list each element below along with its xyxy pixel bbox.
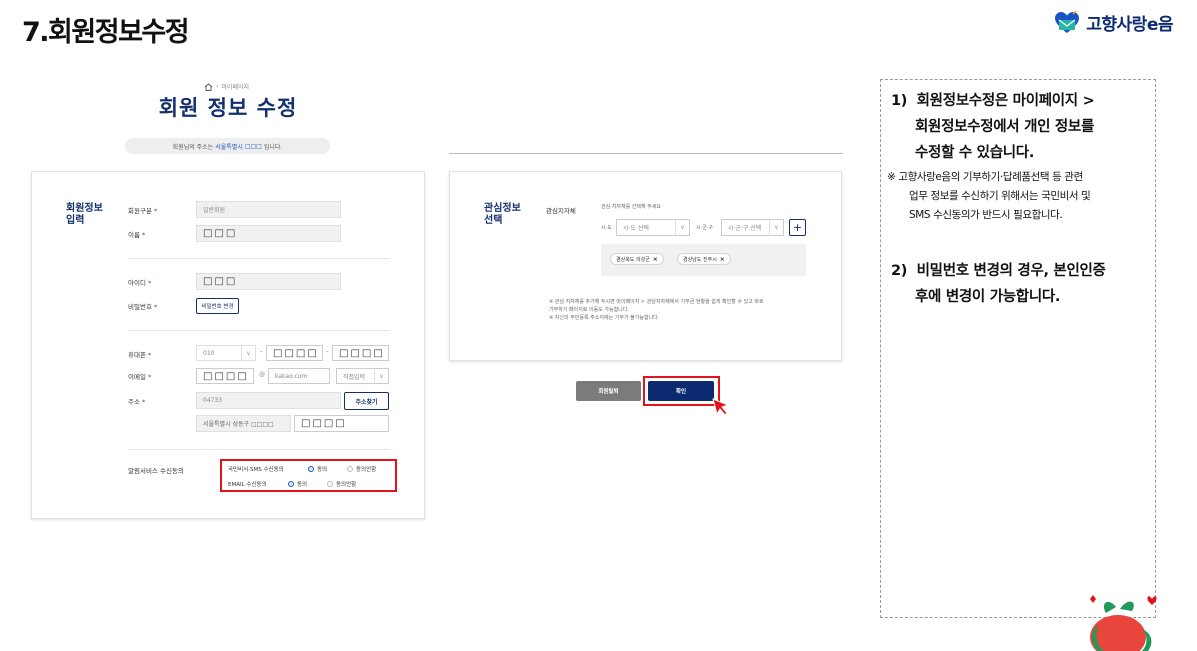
sms-consent-row: 국민비서·SMS 수신동의 동의 동의안함 (228, 466, 377, 473)
phone-dash: - (326, 348, 329, 356)
sms-disagree-radio[interactable] (347, 466, 353, 472)
zipcode-field: 04733 (196, 392, 341, 409)
phone-prefix-select[interactable]: 010 ∨ (196, 345, 256, 361)
change-password-button[interactable]: 비밀번호 변경 (196, 298, 239, 314)
member-info-card: 회원정보 입력 회원구분 * 일반회원 이름 * □□□ 아이디 * □□□ 비… (31, 171, 425, 519)
user-id-label: 아이디 * (128, 279, 152, 287)
form-divider (128, 258, 390, 259)
name-field: □□□ (196, 225, 341, 242)
heart-logo-icon (1055, 10, 1080, 33)
email-at: @ (259, 371, 265, 378)
slide-title: 7.회원정보수정 (22, 17, 190, 48)
notification-consent-label: 알림서비스 수신동의 (128, 467, 184, 475)
phone-label: 휴대폰 * (128, 351, 152, 359)
address-label: 주소 * (128, 398, 146, 406)
breadcrumb: › 마이페이지 (204, 82, 249, 91)
interest-notes: ※ 관심 지자체를 추가해 두시면 마이페이지 > 관심지자체에서 기부금 현황… (549, 299, 764, 321)
email-domain-input[interactable]: kakao.com (268, 368, 330, 384)
apple-character-icon (1090, 595, 1157, 651)
password-label: 비밀번호 * (128, 303, 158, 311)
form-divider (128, 449, 390, 450)
close-icon[interactable]: × (653, 256, 658, 263)
email-consent-row: EMAIL 수신동의 동의 동의안함 (228, 481, 357, 488)
address-notice: 회원님의 주소는 서울특별시 □□□ 입니다. (125, 138, 330, 154)
email-consent-label: EMAIL 수신동의 (228, 482, 267, 488)
explanation-note: ※ 고향사랑e음의 기부하기·답례품선택 등 관련 업무 정보를 수신하기 위해… (887, 171, 1091, 221)
chevron-down-icon: ∨ (675, 220, 689, 235)
interest-info-card: 관심정보 선택 관심지자체 관심 지자체를 선택해 주세요 시·도 시·도 선택… (449, 171, 842, 361)
section-label-interest-info: 관심정보 선택 (484, 203, 521, 226)
section-label-member-info: 회원정보 입력 (66, 203, 103, 226)
close-icon[interactable]: × (720, 256, 725, 263)
address-line1-field: 서울특별시 성동구 □□□□ (196, 415, 291, 432)
chevron-down-icon: ∨ (241, 346, 255, 360)
email-domain-select[interactable]: 직접입력 ∨ (336, 368, 389, 384)
phone-last-input[interactable]: □□□□ (332, 345, 389, 361)
region-chip: 경상북도 의성군 × (610, 253, 664, 265)
withdraw-button[interactable]: 회원탈퇴 (576, 381, 641, 401)
explanation-item-2: 2) 비밀번호 변경의 경우, 본인인증 후에 변경이 가능합니다. (891, 263, 1106, 305)
sigungu-label: 시·군·구 (696, 225, 713, 231)
user-id-field: □□□ (196, 273, 341, 290)
plus-icon: + (792, 221, 803, 234)
name-label: 이름 * (128, 231, 146, 239)
address-search-button[interactable]: 주소찾기 (344, 392, 389, 410)
address-line2-input[interactable]: □□□□ (294, 415, 389, 432)
interest-region-label: 관심지자체 (546, 207, 576, 215)
home-icon[interactable] (204, 82, 213, 91)
chevron-down-icon: ∨ (769, 220, 783, 235)
sms-agree-radio[interactable] (308, 466, 314, 472)
interest-region-hint: 관심 지자체를 선택해 주세요 (601, 204, 661, 210)
logo-text: 고향사랑e음 (1086, 15, 1173, 35)
sido-label: 시·도 (601, 225, 612, 231)
email-local-input[interactable]: □□□□ (196, 368, 254, 384)
phone-middle-input[interactable]: □□□□ (266, 345, 323, 361)
cursor-arrow-icon (712, 398, 730, 416)
logo: 고향사랑e음 (1054, 10, 1173, 35)
sms-consent-label: 국민비서·SMS 수신동의 (228, 467, 284, 473)
confirm-button[interactable]: 확인 (648, 381, 714, 401)
sigungu-select[interactable]: 시·군·구 선택 ∨ (721, 219, 784, 236)
sido-select[interactable]: 시·도 선택 ∨ (616, 219, 690, 236)
section-divider (449, 153, 843, 154)
form-divider (128, 330, 390, 331)
region-chip: 경상남도 진주시 × (677, 253, 731, 265)
breadcrumb-separator: › (216, 83, 219, 90)
email-label: 이메일 * (128, 373, 152, 381)
member-type-label: 회원구분 * (128, 207, 158, 215)
email-disagree-radio[interactable] (327, 481, 333, 487)
add-region-button[interactable]: + (789, 219, 806, 236)
explanation-box: 1) 회원정보수정은 마이페이지 > 회원정보수정에서 개인 정보를 수정할 수… (880, 79, 1156, 618)
page-title: 회원 정보 수정 (158, 96, 298, 120)
member-type-field: 일반회원 (196, 201, 341, 218)
chevron-down-icon: ∨ (374, 369, 388, 383)
explanation-item-1: 1) 회원정보수정은 마이페이지 > 회원정보수정에서 개인 정보를 수정할 수… (891, 93, 1095, 161)
phone-dash: - (260, 348, 263, 356)
breadcrumb-item-mypage[interactable]: 마이페이지 (221, 82, 249, 91)
email-agree-radio[interactable] (288, 481, 294, 487)
